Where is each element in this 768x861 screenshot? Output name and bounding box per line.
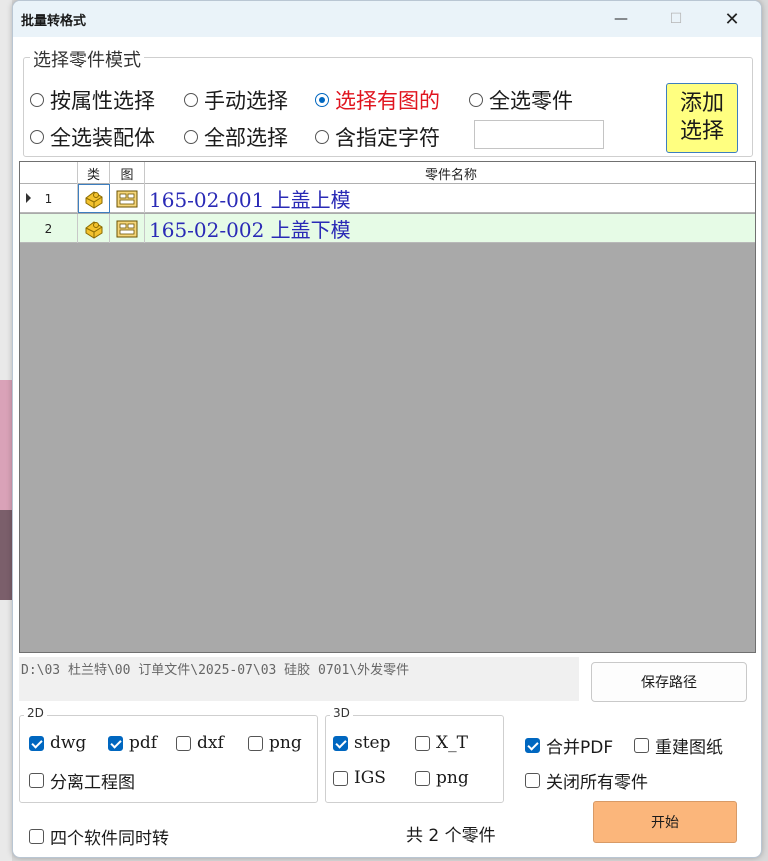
radio-dot <box>184 93 198 107</box>
radio-dot <box>469 93 483 107</box>
save-path-button[interactable]: 保存路径 <box>591 662 747 702</box>
part-name-cell[interactable]: 165-02-001 上盖上模 <box>145 184 757 213</box>
header-drawing[interactable]: 图 <box>110 162 145 184</box>
drawing-cell[interactable] <box>110 184 145 213</box>
radio-dot <box>315 93 329 107</box>
header-row-number <box>20 162 78 184</box>
title-bar[interactable]: 批量转格式 — ☐ ✕ <box>13 1 761 37</box>
checkbox-box <box>333 735 348 751</box>
checkbox-rebuild-drawing[interactable]: 重建图纸 <box>634 733 723 758</box>
table-row[interactable]: 2 165-02-002 上盖下模 <box>20 214 755 243</box>
radio-select-with-drawing[interactable]: 选择有图的 <box>315 85 440 115</box>
checkbox-box <box>29 735 44 751</box>
checkbox-separate-drawing[interactable]: 分离工程图 <box>29 768 135 793</box>
checkbox-box <box>29 773 44 788</box>
desktop-background-shape <box>0 510 12 600</box>
checkbox-box <box>634 738 649 753</box>
desktop-background-shape <box>0 380 12 510</box>
drawing-icon <box>116 220 138 237</box>
start-label: 开始 <box>651 815 679 831</box>
radio-select-all[interactable]: 全部选择 <box>184 122 288 152</box>
checkbox-box <box>333 770 348 786</box>
close-icon: ✕ <box>724 8 740 30</box>
radio-dot <box>30 130 44 144</box>
add-selection-button[interactable]: 添加 选择 <box>666 83 738 153</box>
maximize-button[interactable]: ☐ <box>654 5 698 33</box>
add-selection-label: 添加 选择 <box>679 91 724 144</box>
part-type-cell[interactable] <box>78 184 110 213</box>
format-3d-group <box>325 715 504 803</box>
checkbox-box <box>415 735 430 751</box>
checkbox-four-software[interactable]: 四个软件同时转 <box>29 824 169 849</box>
part-type-cell[interactable] <box>78 214 110 243</box>
minimize-button[interactable]: — <box>599 5 643 33</box>
maximize-icon: ☐ <box>669 11 683 27</box>
radio-select-all-assemblies[interactable]: 全选装配体 <box>30 122 155 152</box>
output-path-display[interactable]: D:\03 杜兰特\00 订单文件\2025-07\03 硅胶 0701\外发零… <box>19 657 579 701</box>
start-button[interactable]: 开始 <box>593 801 737 843</box>
checkbox-box <box>415 770 430 786</box>
part-icon <box>85 220 102 239</box>
part-name-cell[interactable]: 165-02-002 上盖下模 <box>145 214 757 243</box>
checkbox-box <box>525 738 540 753</box>
radio-dot <box>184 130 198 144</box>
part-count: 共 2 个零件 <box>406 826 496 846</box>
checkbox-igs[interactable]: IGS <box>333 768 386 788</box>
row-number: 2 <box>20 214 78 243</box>
drawing-cell[interactable] <box>110 214 145 243</box>
radio-select-by-attribute[interactable]: 按属性选择 <box>30 85 155 115</box>
checkbox-box <box>525 773 540 788</box>
checkbox-step[interactable]: step <box>333 733 391 753</box>
table-row[interactable]: 1 165-02-001 上盖上模 <box>20 184 755 213</box>
window-title: 批量转格式 <box>21 14 87 29</box>
radio-select-all-parts[interactable]: 全选零件 <box>469 85 573 115</box>
radio-dot <box>30 93 44 107</box>
header-part-name[interactable]: 零件名称 <box>145 162 757 184</box>
checkbox-png-2d[interactable]: png <box>248 733 302 753</box>
contains-text-input[interactable] <box>474 120 604 149</box>
radio-contains-text[interactable]: 含指定字符 <box>315 122 440 152</box>
checkbox-dwg[interactable]: dwg <box>29 733 86 753</box>
radio-dot <box>315 130 329 144</box>
checkbox-dxf[interactable]: dxf <box>176 733 224 753</box>
radio-manual-select[interactable]: 手动选择 <box>184 85 288 115</box>
format-2d-label: 2D <box>24 706 47 720</box>
checkbox-box <box>248 735 263 751</box>
minimize-icon: — <box>614 11 628 27</box>
grid-header: 类 图 零件名称 <box>20 162 755 184</box>
batch-convert-window: 批量转格式 — ☐ ✕ 选择零件模式 按属性选择 手动选择 选择有图的 全选零件… <box>12 0 762 858</box>
checkbox-box <box>108 735 123 751</box>
checkbox-close-all-parts[interactable]: 关闭所有零件 <box>525 768 648 793</box>
select-mode-label: 选择零件模式 <box>30 46 144 72</box>
save-path-label: 保存路径 <box>641 675 697 691</box>
format-3d-label: 3D <box>330 706 353 720</box>
row-number: 1 <box>20 184 78 213</box>
close-button[interactable]: ✕ <box>710 5 754 33</box>
drawing-icon <box>116 190 138 207</box>
checkbox-merge-pdf[interactable]: 合并PDF <box>525 733 613 758</box>
parts-grid[interactable]: 类 图 零件名称 1 165-02-001 上盖上模 2 165-02-002 … <box>19 161 756 653</box>
checkbox-x-t[interactable]: X_T <box>415 733 468 753</box>
checkbox-box <box>29 829 44 844</box>
checkbox-pdf[interactable]: pdf <box>108 733 157 753</box>
part-icon <box>85 190 103 209</box>
checkbox-png-3d[interactable]: png <box>415 768 469 788</box>
header-type[interactable]: 类 <box>78 162 110 184</box>
checkbox-box <box>176 735 191 751</box>
